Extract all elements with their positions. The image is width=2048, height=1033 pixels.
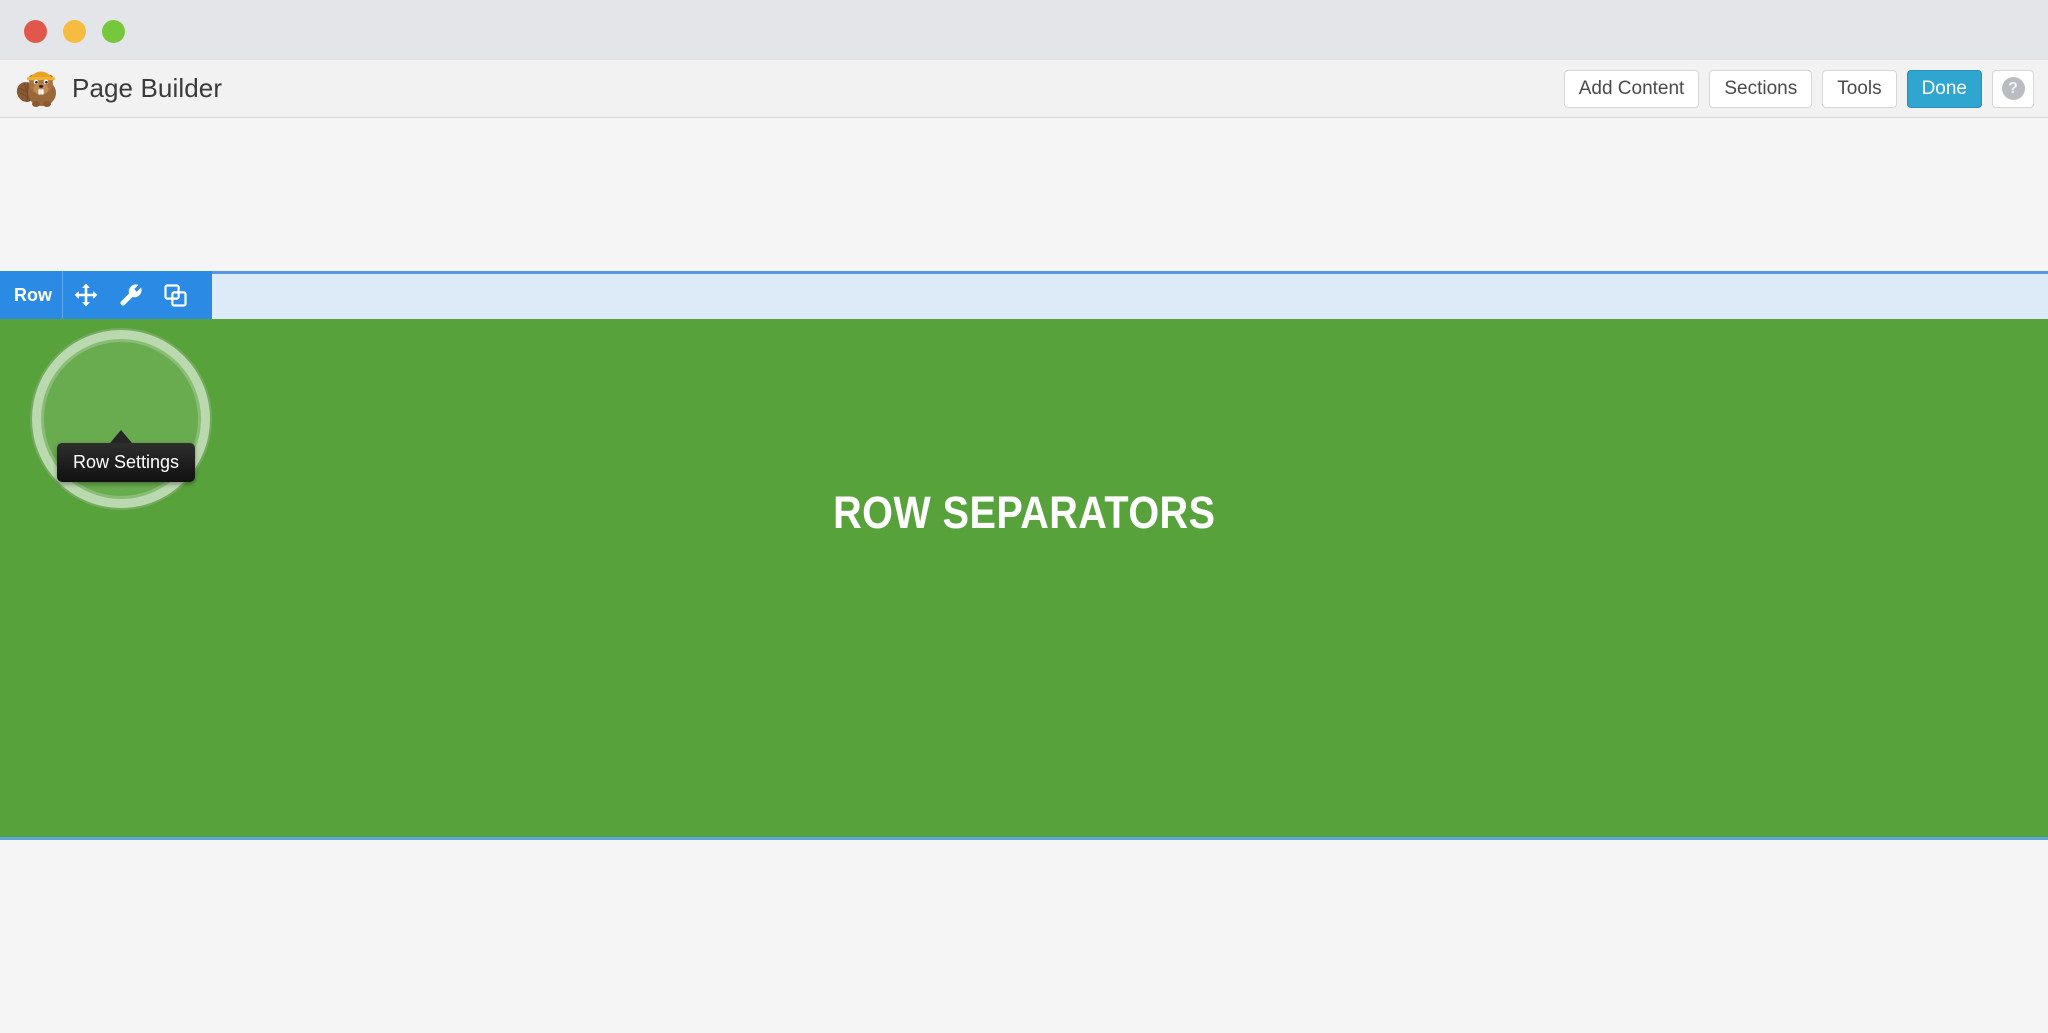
question-circle-icon: ? <box>2001 77 2025 100</box>
sections-button[interactable]: Sections <box>1709 69 1813 108</box>
row-action-toolbar: Row <box>0 271 212 319</box>
browser-window: Page Builder Add Content Sections Tools … <box>0 0 2048 1033</box>
tools-button[interactable]: Tools <box>1822 69 1897 108</box>
help-button[interactable]: ? <box>1992 69 2034 108</box>
tooltip-arrow-icon <box>110 430 132 443</box>
window-minimize-button[interactable] <box>63 20 86 43</box>
brand: Page Builder <box>16 60 222 117</box>
row-heading: ROW SEPARATORS <box>832 487 1216 538</box>
window-close-button[interactable] <box>24 20 47 43</box>
done-button[interactable]: Done <box>1906 69 1982 108</box>
move-arrows-icon <box>74 283 97 307</box>
beaver-logo-icon <box>16 71 56 107</box>
add-content-button[interactable]: Add Content <box>1563 69 1700 108</box>
row-settings-button[interactable] <box>108 271 153 319</box>
builder-canvas: ROW SEPARATORS Row Row Settings <box>0 118 2048 1033</box>
page-title: Page Builder <box>72 73 223 103</box>
wrench-icon <box>119 284 142 306</box>
close-x-icon <box>210 284 213 306</box>
row-duplicate-button[interactable] <box>153 271 198 319</box>
window-controls <box>24 20 125 43</box>
window-maximize-button[interactable] <box>102 20 125 43</box>
row-toolbar-label: Row <box>0 271 63 319</box>
row-move-button[interactable] <box>63 271 108 319</box>
page-builder-header: Page Builder Add Content Sections Tools … <box>0 60 2048 118</box>
content-row[interactable]: ROW SEPARATORS <box>0 319 2048 840</box>
header-actions: Add Content Sections Tools Done ? <box>1563 60 2034 117</box>
row-delete-button[interactable] <box>198 271 212 319</box>
row-highlight-strip <box>0 271 2048 319</box>
copy-icon <box>164 283 187 307</box>
window-titlebar <box>0 0 2048 60</box>
row-settings-tooltip: Row Settings <box>57 443 196 482</box>
